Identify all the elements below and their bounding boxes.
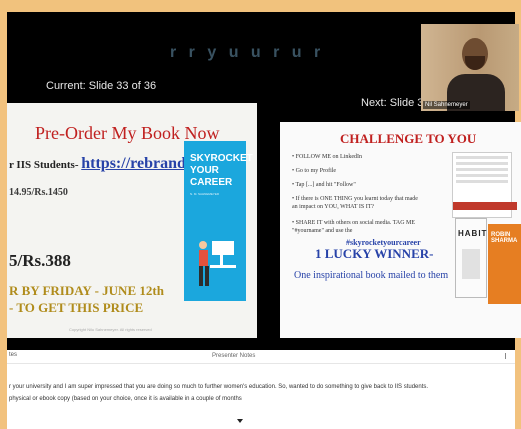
next-slide[interactable]: CHALLENGE TO YOU • FOLLOW ME on LinkedIn… <box>280 122 521 338</box>
slide-footer: Copyright Nilu Sahnemeyer. All rights re… <box>69 327 152 332</box>
top-frame-bar <box>0 0 521 12</box>
book-cover: SKYROCKET YOUR CAREER N. M. SAHNEMEYER <box>184 141 253 301</box>
notes-scroll-icon[interactable] <box>505 353 509 359</box>
notes-left-label: tes <box>9 352 18 358</box>
notes-header: tes Presenter Notes <box>7 350 515 364</box>
notes-line-2: physical or ebook copy (based on your ch… <box>9 396 242 402</box>
bullet-4: • If there is ONE THING you learnt today… <box>292 196 418 202</box>
habit-book-title: HABIT <box>458 229 488 238</box>
shot-row <box>456 180 508 183</box>
mailed-book-text: One inspirational book mailed to them <box>294 270 449 281</box>
bullet-3: • Tap [...] and hit "Follow" <box>292 182 356 188</box>
lucky-winner-text: 1 LUCKY WINNER- <box>315 246 434 261</box>
presenter-webcam[interactable]: Nil Sahnemeyer <box>421 24 519 111</box>
webcam-name-tag: Nil Sahnemeyer <box>423 101 470 109</box>
next-slide-label: Next: Slide 3 <box>361 97 424 109</box>
student-prefix: r IIS Students- <box>9 159 79 171</box>
price-line-1: 14.95/Rs.1450 <box>9 187 68 198</box>
notes-header-label: Presenter Notes <box>212 353 256 359</box>
shot-row <box>456 156 508 159</box>
habit-book-art <box>462 249 480 279</box>
screenshot-banner <box>453 202 517 210</box>
shot-row <box>456 162 508 165</box>
bullet-4b: an impact on YOU, WHAT IS IT? <box>292 204 375 210</box>
left-frame-strip <box>0 12 7 429</box>
notes-line-1: r your university and I am super impress… <box>9 384 429 390</box>
bullet-1: • FOLLOW ME on LinkedIn <box>292 154 362 160</box>
bullet-2: • Go to my Profile <box>292 168 337 174</box>
shot-row <box>456 168 508 171</box>
book-title-1: SKYROCKET <box>190 153 253 164</box>
book-author: N. M. SAHNEMEYER <box>190 192 220 196</box>
bullet-5b: "#yourname" and use the <box>292 228 353 234</box>
book-title-2: YOUR CAREER <box>190 165 233 188</box>
current-slide-label: Current: Slide 33 of 36 <box>46 80 157 92</box>
bullet-5: • SHARE IT with others on social media. … <box>292 220 416 226</box>
habit-book: HABIT <box>455 218 487 298</box>
next-slide-title: CHALLENGE TO YOU <box>340 131 477 146</box>
presenter-beard <box>465 56 485 70</box>
current-slide-line1: r IIS Students- https://rebrand.ly/ <box>9 155 207 173</box>
deadline-line: R BY FRIDAY - JUNE 12th <box>9 283 164 298</box>
shot-row <box>456 174 508 177</box>
current-slide[interactable]: Pre-Order My Book Now r IIS Students- ht… <box>7 103 257 338</box>
background-title: r r y u u r u r <box>170 44 325 61</box>
price-note-line: - TO GET THIS PRICE <box>9 300 144 315</box>
book-illustration <box>199 241 236 286</box>
mouse-cursor-icon <box>237 419 243 423</box>
price-line-2: 5/Rs.388 <box>9 251 71 270</box>
robin-sharma-book: ROBIN SHARMA <box>488 224 521 304</box>
robin-sharma-book-title: ROBIN SHARMA <box>491 232 518 244</box>
presenter-notes-panel[interactable]: tes Presenter Notes r your university an… <box>7 350 515 429</box>
